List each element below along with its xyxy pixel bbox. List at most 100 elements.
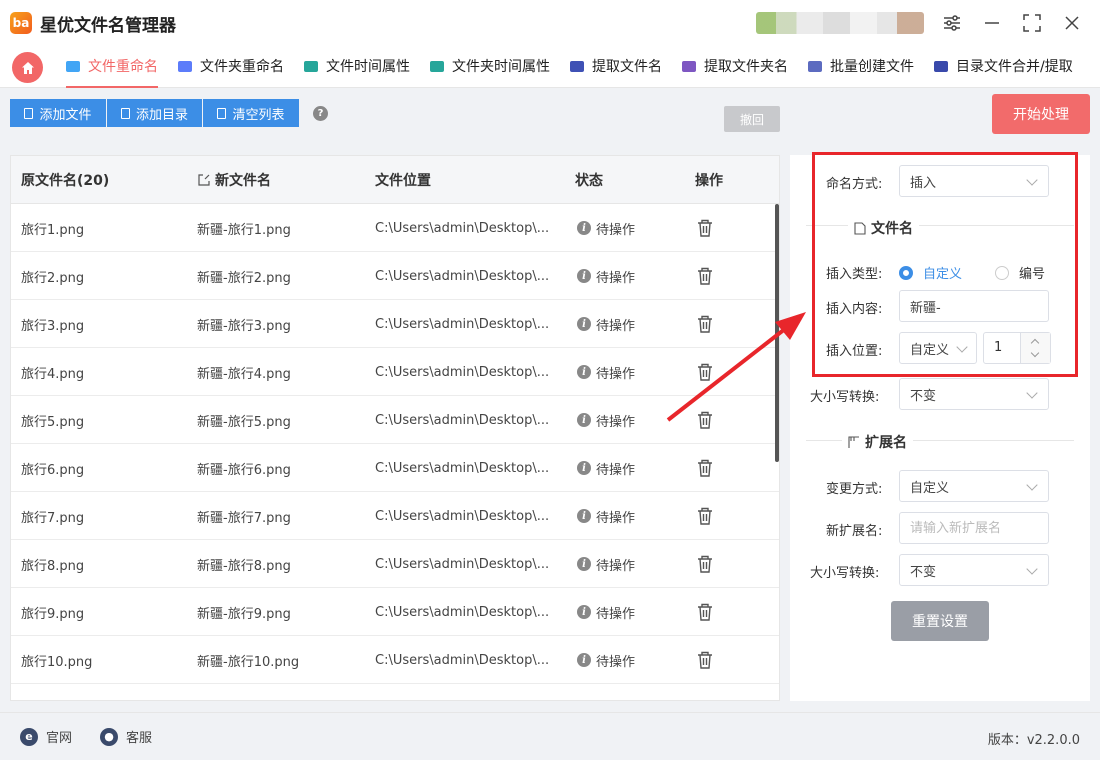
table-row[interactable]: 旅行4.png 新疆-旅行4.png C:\Users\admin\Desktop\…	[11, 348, 779, 396]
sliders-icon[interactable]	[940, 11, 964, 35]
delete-row-button[interactable]	[697, 348, 713, 396]
cell-status: i 待操作	[577, 444, 635, 492]
change-mode-select[interactable]: 自定义	[899, 470, 1049, 502]
chevron-down-icon	[1026, 563, 1038, 575]
header-location: 文件位置	[375, 173, 431, 189]
clear-list-button[interactable]: 清空列表	[203, 99, 299, 127]
tab-extract-filename[interactable]: 提取文件名	[570, 46, 662, 86]
info-icon: i	[577, 221, 591, 235]
close-button[interactable]	[1060, 11, 1084, 35]
table-row[interactable]: 旅行9.png 新疆-旅行9.png C:\Users\admin\Desktop\…	[11, 588, 779, 636]
delete-row-button[interactable]	[697, 444, 713, 492]
table-row[interactable]: 旅行3.png 新疆-旅行3.png C:\Users\admin\Desktop\…	[11, 300, 779, 348]
delete-row-button[interactable]	[697, 636, 713, 684]
minimize-button[interactable]	[980, 11, 1004, 35]
delete-row-button[interactable]	[697, 204, 713, 252]
delete-row-button[interactable]	[697, 252, 713, 300]
delete-row-button[interactable]	[697, 300, 713, 348]
cell-new-name: 新疆-旅行8.png	[197, 558, 291, 574]
table-row[interactable]: 旅行7.png 新疆-旅行7.png C:\Users\admin\Desktop\…	[11, 492, 779, 540]
tab-folder-time[interactable]: 文件夹时间属性	[430, 46, 550, 86]
extract-filename-icon	[570, 60, 584, 72]
website-link[interactable]: e 官网	[20, 727, 72, 746]
cell-new-name: 新疆-旅行1.png	[197, 222, 291, 238]
new-ext-input[interactable]	[899, 512, 1049, 544]
table-row[interactable]: 旅行8.png 新疆-旅行8.png C:\Users\admin\Desktop\…	[11, 540, 779, 588]
info-icon: i	[577, 269, 591, 283]
cell-status: i 待操作	[577, 492, 635, 540]
ext-section-title: 扩展名	[842, 432, 913, 452]
info-icon: i	[577, 557, 591, 571]
tab-file-time[interactable]: 文件时间属性	[304, 46, 410, 86]
cell-location: C:\Users\admin\Desktop\...	[375, 652, 550, 668]
cell-location: C:\Users\admin\Desktop\...	[375, 412, 550, 428]
info-icon: i	[577, 413, 591, 427]
add-file-button[interactable]: 添加文件	[10, 99, 106, 127]
trash-icon	[697, 555, 713, 573]
table-row[interactable]: 旅行5.png 新疆-旅行5.png C:\Users\admin\Desktop\…	[11, 396, 779, 444]
maximize-button[interactable]	[1020, 11, 1044, 35]
cell-new-name: 新疆-旅行7.png	[197, 510, 291, 526]
tab-file-rename[interactable]: 文件重命名	[66, 46, 158, 88]
cell-new-name: 新疆-旅行4.png	[197, 366, 291, 382]
trash-icon	[697, 459, 713, 477]
home-button[interactable]	[12, 52, 43, 83]
trash-icon	[697, 267, 713, 285]
batch-create-icon	[808, 60, 822, 72]
cell-location: C:\Users\admin\Desktop\...	[375, 508, 550, 524]
cell-orig-name: 旅行1.png	[21, 222, 85, 238]
table-row[interactable]: 旅行1.png 新疆-旅行1.png C:\Users\admin\Desktop\…	[11, 204, 779, 252]
cell-status: i 待操作	[577, 300, 635, 348]
cell-location: C:\Users\admin\Desktop\...	[375, 460, 550, 476]
cell-location: C:\Users\admin\Desktop\...	[375, 268, 550, 284]
cell-location: C:\Users\admin\Desktop\...	[375, 364, 550, 380]
case-select[interactable]: 不变	[899, 378, 1049, 410]
tab-dir-merge[interactable]: 目录文件合并/提取	[934, 46, 1073, 86]
support-link[interactable]: ● 客服	[100, 727, 152, 746]
cell-orig-name: 旅行2.png	[21, 270, 85, 286]
cell-status: i 待操作	[577, 540, 635, 588]
change-mode-label: 变更方式:	[826, 482, 883, 497]
table-body: 旅行1.png 新疆-旅行1.png C:\Users\admin\Desktop\…	[11, 204, 779, 700]
cell-status: i 待操作	[577, 588, 635, 636]
table-row[interactable]: 旅行6.png 新疆-旅行6.png C:\Users\admin\Desktop\…	[11, 444, 779, 492]
table-scrollbar[interactable]	[775, 204, 779, 462]
cell-new-name: 新疆-旅行3.png	[197, 318, 291, 334]
delete-row-button[interactable]	[697, 396, 713, 444]
tab-bar: 文件重命名 文件夹重命名 文件时间属性 文件夹时间属性 提取文件名 提取文件夹名…	[0, 46, 1100, 88]
tab-folder-rename[interactable]: 文件夹重命名	[178, 46, 284, 86]
trash-icon	[697, 507, 713, 525]
user-avatar-blurred[interactable]	[756, 12, 924, 34]
help-icon[interactable]: ?	[313, 106, 328, 121]
undo-button[interactable]: 撤回	[724, 106, 780, 132]
delete-row-button[interactable]	[697, 540, 713, 588]
ext-case-select[interactable]: 不变	[899, 554, 1049, 586]
cell-orig-name: 旅行9.png	[21, 606, 85, 622]
cell-orig-name: 旅行8.png	[21, 558, 85, 574]
file-time-icon	[304, 60, 318, 72]
cell-orig-name: 旅行4.png	[21, 366, 85, 382]
delete-row-button[interactable]	[697, 492, 713, 540]
delete-row-button[interactable]	[697, 588, 713, 636]
tab-batch-create[interactable]: 批量创建文件	[808, 46, 914, 86]
table-row[interactable]: 旅行10.png 新疆-旅行10.png C:\Users\admin\Deskto…	[11, 636, 779, 684]
table-row[interactable]: 旅行2.png 新疆-旅行2.png C:\Users\admin\Desktop\…	[11, 252, 779, 300]
reset-settings-button[interactable]: 重置设置	[891, 601, 989, 641]
trash-icon	[697, 411, 713, 429]
footer: e 官网 ● 客服 版本：v2.2.0.0	[0, 712, 1100, 760]
tab-extract-foldername[interactable]: 提取文件夹名	[682, 46, 788, 86]
trash-icon	[697, 651, 713, 669]
toolbar: 添加文件 添加目录 清空列表 ? 撤回 开始处理	[0, 88, 1100, 144]
version-label: 版本：v2.2.0.0	[987, 733, 1080, 748]
edit-icon	[198, 174, 210, 186]
info-icon: i	[577, 365, 591, 379]
trash-icon	[697, 603, 713, 621]
folder-time-icon	[430, 60, 444, 72]
add-dir-button[interactable]: 添加目录	[107, 99, 202, 127]
cell-location: C:\Users\admin\Desktop\...	[375, 604, 550, 620]
start-button[interactable]: 开始处理	[992, 94, 1090, 134]
header-action: 操作	[695, 173, 723, 189]
trash-icon	[697, 315, 713, 333]
table-header: 原文件名(20) 新文件名 文件位置 状态 操作	[11, 156, 779, 204]
header-orig: 原文件名(20)	[21, 173, 110, 189]
